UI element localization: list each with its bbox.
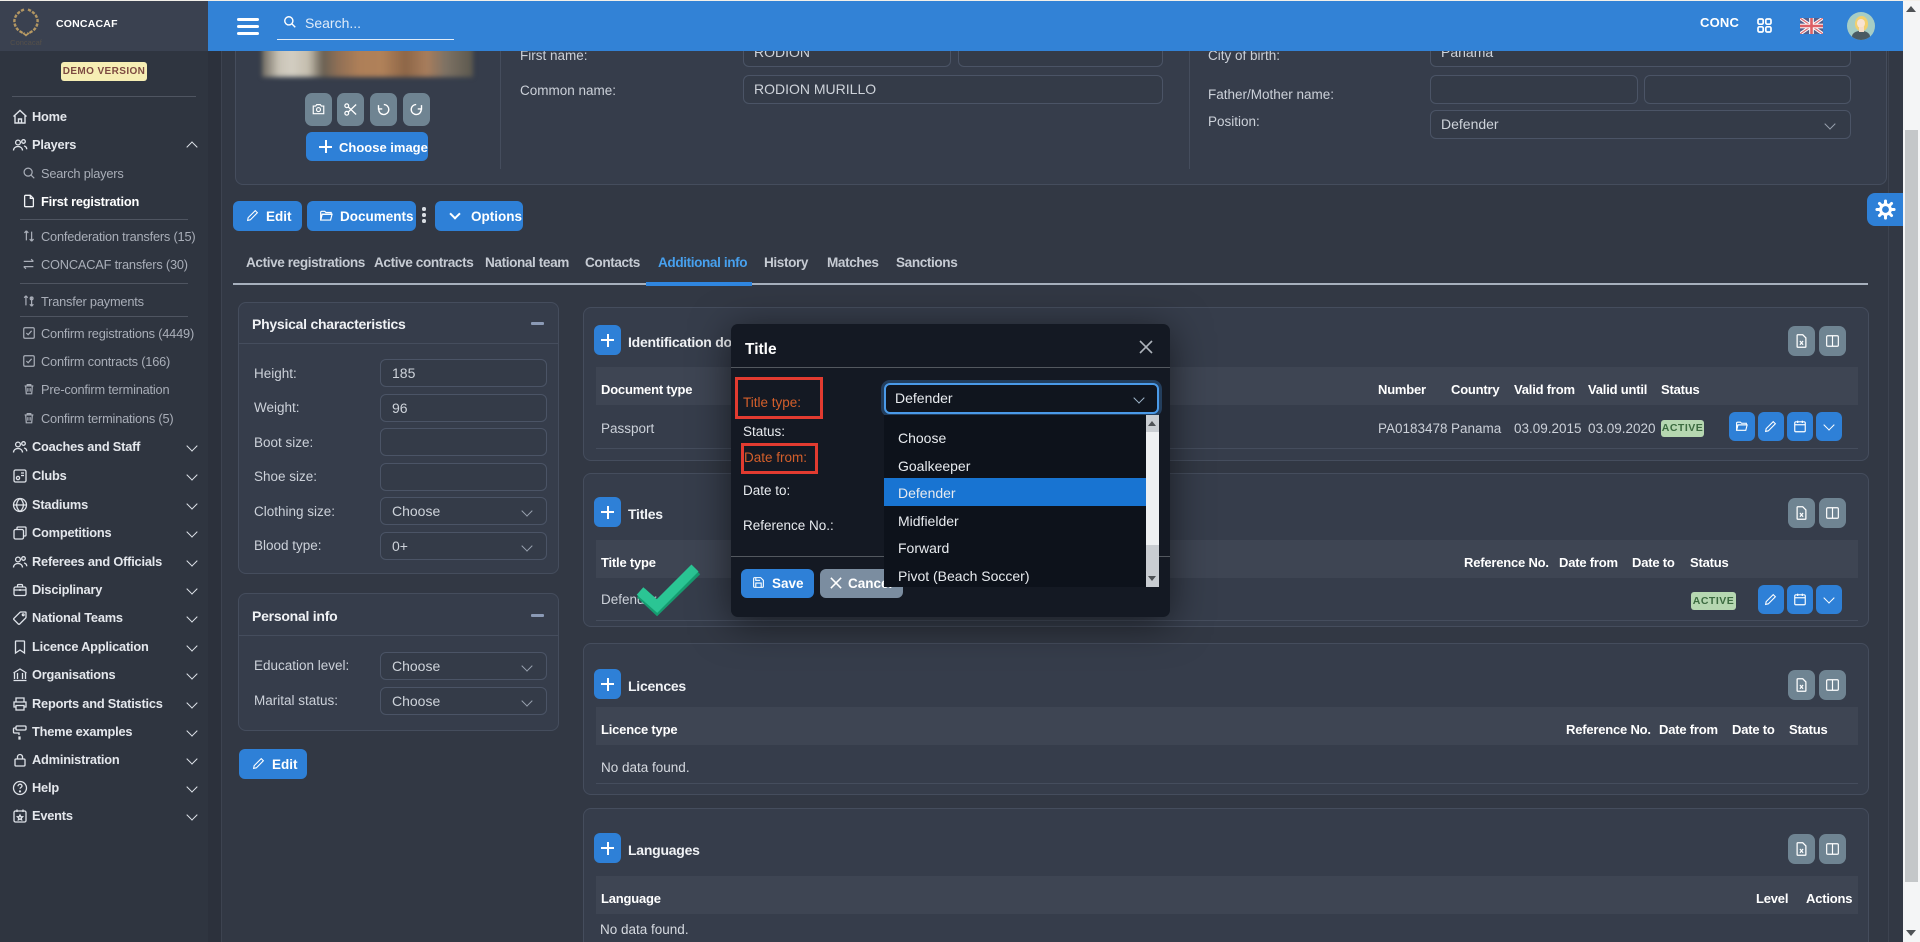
svg-text:Concacaf: Concacaf	[10, 38, 43, 47]
